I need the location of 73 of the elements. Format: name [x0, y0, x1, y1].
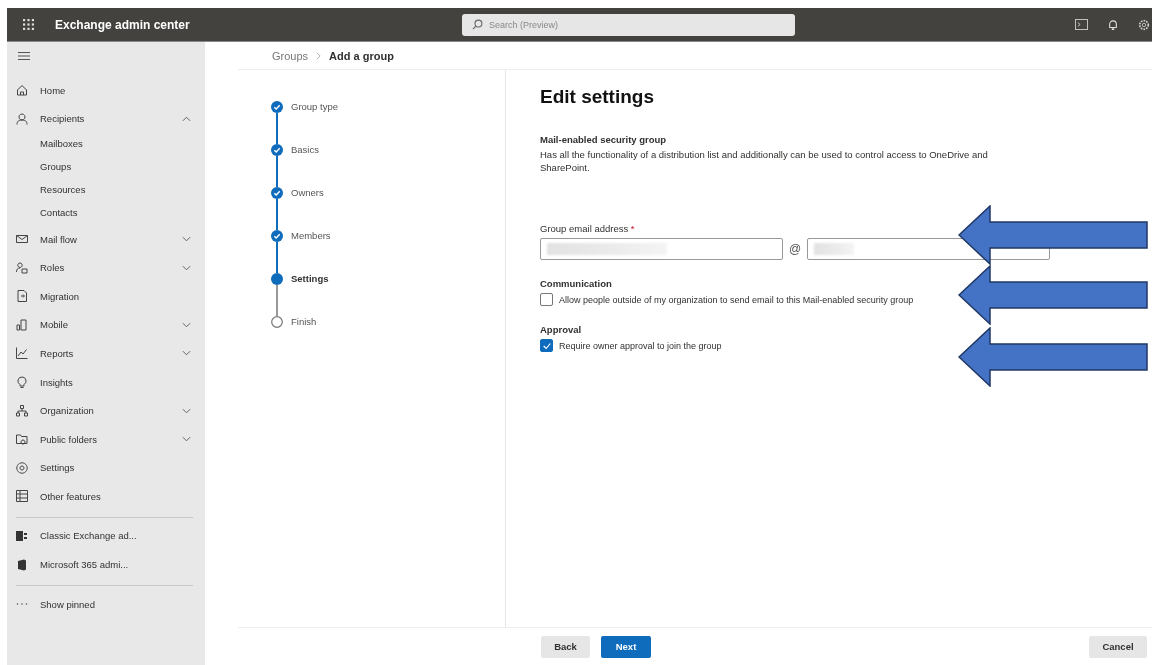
chevron-icon[interactable]	[182, 350, 191, 357]
exchange-icon	[16, 530, 28, 542]
terminal-icon[interactable]	[1075, 19, 1088, 30]
checkbox-label: Require owner approval to join the group	[559, 340, 722, 351]
bell-icon[interactable]	[1108, 18, 1118, 31]
back-button[interactable]: Back	[541, 635, 590, 658]
chevron-right-icon	[316, 51, 322, 60]
section-title: Mail-enabled security group	[540, 134, 668, 145]
grid-icon	[16, 490, 28, 503]
description-text: Has all the functionality of a distribution list and additionally can be used to control access to OneDrive and SharePoint.	[540, 148, 989, 174]
step-label: Group type	[291, 101, 338, 113]
chevron-icon[interactable]	[182, 436, 191, 443]
home-icon	[16, 84, 28, 97]
step-label: Owners	[291, 187, 324, 199]
sidebar-subitem[interactable]: Mailboxes	[16, 133, 205, 157]
breadcrumb-link[interactable]: Add a group	[329, 49, 394, 62]
checkbox[interactable]	[540, 293, 553, 306]
cancel-button[interactable]: Cancel	[1089, 635, 1147, 658]
section-title: Approval	[540, 324, 583, 335]
email-name-field[interactable]	[540, 238, 783, 260]
sidebar-item[interactable]: Home	[16, 76, 205, 105]
step-label: Members	[291, 230, 331, 242]
sidebar-item[interactable]: Microsoft 365 admi...	[16, 550, 205, 579]
chevron-icon[interactable]	[182, 236, 191, 243]
step-label: Finish	[291, 316, 317, 328]
sidebar-subitem[interactable]: Resources	[16, 178, 205, 202]
sidebar-item[interactable]: Settings	[16, 453, 205, 483]
checkbox-label: Allow people outside of my organization to send email to this Mail-enabled security group	[559, 294, 914, 305]
page-title: Edit settings	[540, 86, 655, 108]
chevron-icon[interactable]	[182, 407, 191, 414]
gear-icon	[16, 461, 28, 474]
step-label: Settings	[291, 273, 329, 285]
roles-icon	[16, 261, 28, 274]
person-icon	[16, 112, 28, 125]
sidebar-item[interactable]: Mail flow	[16, 224, 205, 254]
sidebar-item[interactable]: Insights	[16, 367, 205, 397]
sidebar-item[interactable]: Reports	[16, 339, 205, 368]
chevron-icon[interactable]	[182, 264, 191, 271]
sidebar-item[interactable]: Classic Exchange ad...	[16, 521, 205, 551]
search-icon	[472, 19, 483, 30]
sidebar-subitem[interactable]: Contacts	[16, 201, 205, 225]
sidebar-item[interactable]: Recipients	[16, 104, 205, 134]
app-title: Exchange admin center	[55, 17, 191, 32]
next-button[interactable]: Next	[601, 635, 651, 658]
field-label: Group email address	[540, 223, 629, 234]
sidebar-item[interactable]: Mobile	[16, 310, 205, 340]
menu-icon[interactable]	[18, 52, 30, 60]
step-label: Basics	[291, 144, 319, 156]
sidebar-item[interactable]: Other features	[16, 482, 205, 511]
chart-icon	[16, 347, 28, 360]
migration-icon	[16, 290, 28, 303]
sidebar-item[interactable]: Roles	[16, 253, 205, 282]
at-sign: @	[789, 242, 802, 256]
mail-icon	[16, 233, 28, 246]
folder-icon	[16, 433, 28, 446]
app-launcher-icon[interactable]	[23, 19, 34, 30]
checkbox[interactable]	[540, 339, 553, 352]
chevron-icon[interactable]	[182, 321, 191, 328]
sidebar-item[interactable]: Migration	[16, 281, 205, 311]
sidebar-subitem[interactable]: Groups	[16, 156, 205, 179]
office-icon	[16, 558, 28, 571]
sidebar-item[interactable]: Public folders	[16, 424, 205, 454]
required-mark: *	[630, 223, 635, 234]
breadcrumb-link[interactable]: Groups	[272, 49, 309, 62]
chevron-icon[interactable]	[182, 115, 191, 122]
sidebar-item[interactable]: Organization	[16, 396, 205, 425]
sidebar-item[interactable]: Show pinned	[16, 589, 205, 619]
mobile-icon	[16, 318, 28, 331]
settings-icon[interactable]	[1138, 18, 1150, 31]
org-icon	[16, 404, 28, 417]
bulb-icon	[16, 376, 28, 388]
section-title: Communication	[540, 278, 613, 289]
search-field[interactable]: Search (Preview)	[462, 13, 795, 36]
